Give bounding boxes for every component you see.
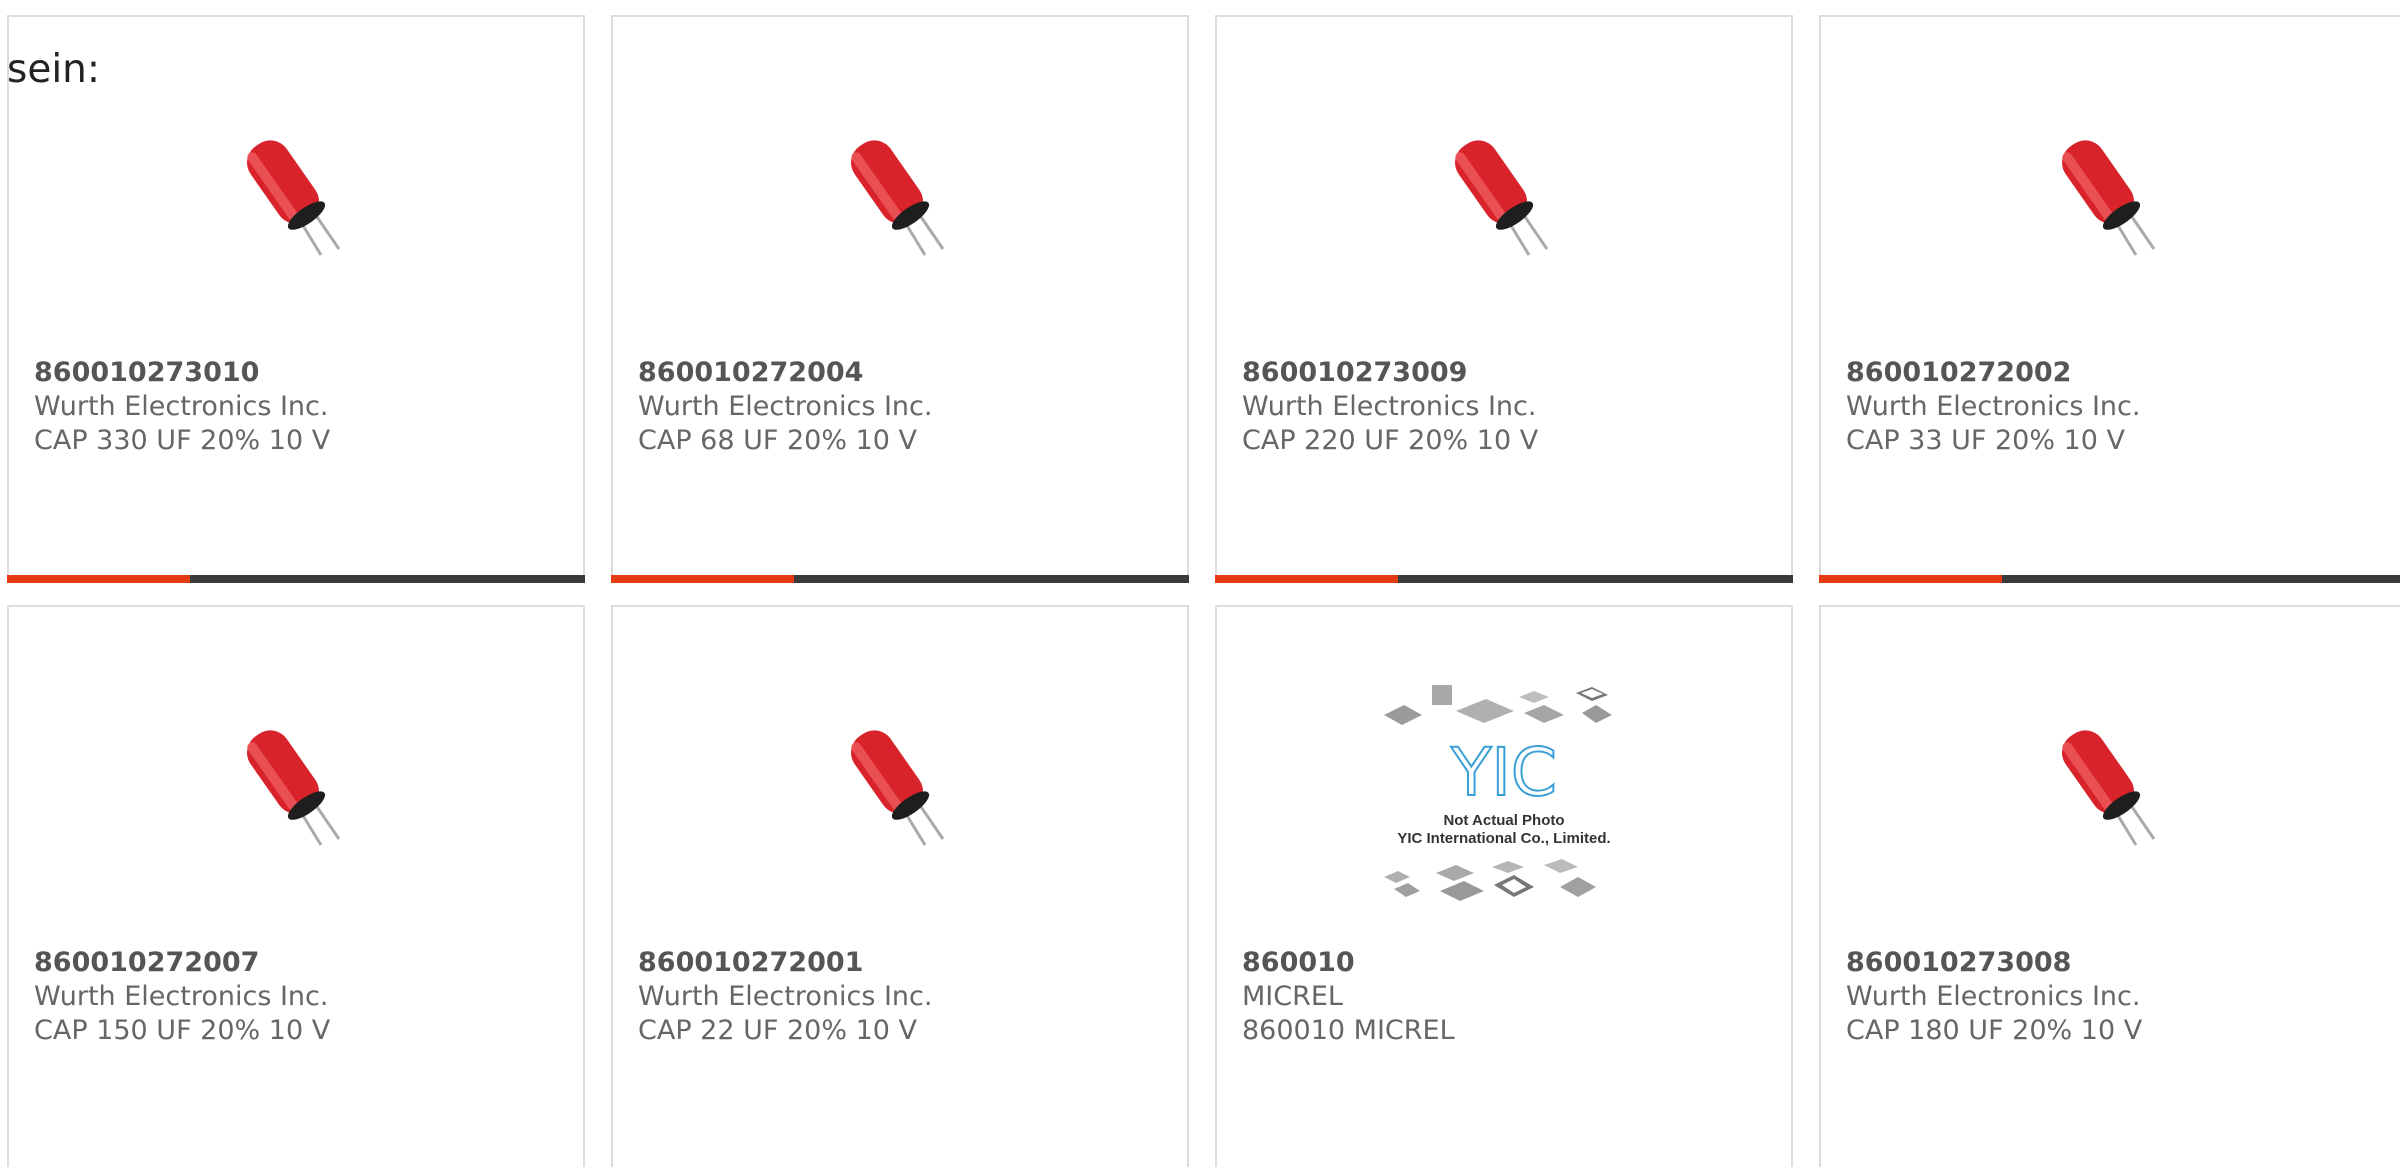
part-number[interactable]: 860010273008 (1846, 946, 2142, 980)
placeholder-line1: Not Actual Photo (1443, 812, 1564, 829)
manufacturer: Wurth Electronics Inc. (34, 981, 329, 1012)
intro-text: sein: (7, 47, 101, 92)
capacitor-image[interactable] (9, 687, 583, 887)
description: CAP 33 UF 20% 10 V (1846, 425, 2126, 456)
part-number[interactable]: 860010272002 (1846, 356, 2140, 390)
product-card[interactable]: YIC Not Actual Photo YIC International C… (1215, 605, 1793, 1167)
manufacturer: Wurth Electronics Inc. (1846, 981, 2141, 1012)
manufacturer: Wurth Electronics Inc. (638, 981, 933, 1012)
placeholder-line2: YIC International Co., Limited. (1397, 830, 1610, 847)
capacitor-image[interactable] (1821, 97, 2400, 297)
page: sein: 860010273010 Wurth Electronics Inc… (0, 0, 2400, 1167)
capacitor-icon (851, 730, 945, 846)
product-card[interactable]: 860010273009 Wurth Electronics Inc. CAP … (1215, 15, 1793, 583)
description: CAP 150 UF 20% 10 V (34, 1015, 331, 1046)
description: CAP 68 UF 20% 10 V (638, 425, 918, 456)
part-number[interactable]: 860010273009 (1242, 356, 1538, 390)
product-card[interactable]: 860010273008 Wurth Electronics Inc. CAP … (1819, 605, 2400, 1167)
capacitor-image[interactable] (613, 97, 1187, 297)
part-number[interactable]: 860010 (1242, 946, 1455, 980)
manufacturer: Wurth Electronics Inc. (638, 391, 933, 422)
capacitor-icon (2061, 140, 2155, 256)
capacitor-icon (247, 730, 341, 846)
chips-placeholder-icon: YIC Not Actual Photo YIC International C… (1384, 685, 1612, 901)
description: CAP 180 UF 20% 10 V (1846, 1015, 2143, 1046)
description: 860010 MICREL (1242, 1015, 1455, 1046)
product-card[interactable]: 860010272001 Wurth Electronics Inc. CAP … (611, 605, 1189, 1167)
manufacturer: Wurth Electronics Inc. (1242, 391, 1537, 422)
product-card[interactable]: 860010273010 Wurth Electronics Inc. CAP … (7, 15, 585, 583)
svg-text:YIC: YIC (1450, 734, 1557, 811)
product-card[interactable]: 860010272004 Wurth Electronics Inc. CAP … (611, 15, 1189, 583)
description: CAP 22 UF 20% 10 V (638, 1015, 918, 1046)
manufacturer: Wurth Electronics Inc. (1846, 391, 2141, 422)
placeholder-chips-image[interactable]: YIC Not Actual Photo YIC International C… (1217, 677, 1791, 917)
capacitor-icon (851, 140, 945, 256)
card-bar (1215, 575, 1793, 583)
card-bar (7, 575, 585, 583)
description: CAP 330 UF 20% 10 V (34, 425, 331, 456)
card-bar (611, 575, 1189, 583)
card-bar (1819, 575, 2400, 583)
capacitor-icon (1455, 140, 1549, 256)
capacitor-image[interactable] (613, 687, 1187, 887)
part-number[interactable]: 860010272001 (638, 946, 932, 980)
capacitor-image[interactable] (1217, 97, 1791, 297)
manufacturer: MICREL (1242, 981, 1343, 1012)
product-card[interactable]: 860010272007 Wurth Electronics Inc. CAP … (7, 605, 585, 1167)
capacitor-icon (247, 140, 341, 256)
part-number[interactable]: 860010272007 (34, 946, 330, 980)
part-number[interactable]: 860010272004 (638, 356, 932, 390)
capacitor-image[interactable] (9, 97, 583, 297)
part-number[interactable]: 860010273010 (34, 356, 330, 390)
capacitor-image[interactable] (1821, 687, 2400, 887)
description: CAP 220 UF 20% 10 V (1242, 425, 1539, 456)
manufacturer: Wurth Electronics Inc. (34, 391, 329, 422)
product-card[interactable]: 860010272002 Wurth Electronics Inc. CAP … (1819, 15, 2400, 583)
capacitor-icon (2061, 730, 2155, 846)
